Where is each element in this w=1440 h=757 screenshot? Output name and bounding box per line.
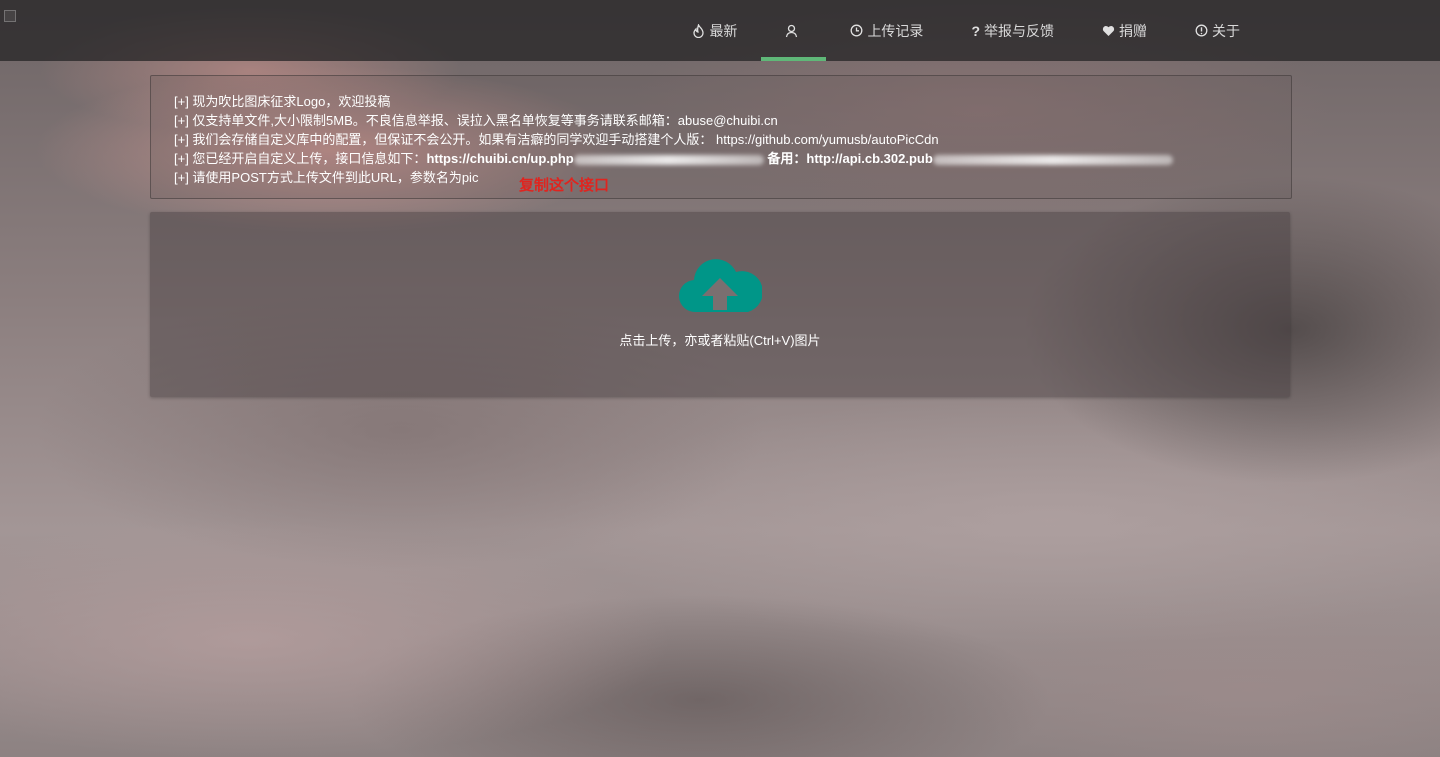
- notice-line: [+] 仅支持单文件,大小限制5MB。不良信息举报、误拉入黑名单恢复等事务请联系…: [174, 113, 778, 128]
- heart-icon: [1102, 25, 1115, 37]
- upload-dropzone[interactable]: 点击上传，亦或者粘贴(Ctrl+V)图片: [150, 212, 1290, 397]
- cloud-upload-icon: [678, 256, 763, 319]
- fire-icon: [692, 23, 705, 38]
- api-info-prefix: [+] 您已经开启自定义上传，接口信息如下：: [174, 151, 427, 166]
- api-backup-label: 备用：: [767, 151, 807, 166]
- nav-item-label: 上传记录: [867, 22, 924, 39]
- notice-line: [+] 现为吹比图床征求Logo，欢迎投稿: [174, 94, 391, 109]
- nav-item-latest[interactable]: 最新: [668, 0, 761, 61]
- clock-icon: [850, 24, 863, 37]
- question-icon: ?: [971, 22, 980, 39]
- notice-line: [+] 我们会存储自定义库中的配置，但保证不会公开。如果有洁癖的同学欢迎手动搭建…: [174, 132, 939, 147]
- redacted-token: [573, 154, 764, 165]
- info-icon: [1195, 24, 1208, 37]
- top-navbar: 最新 上传记录 ? 举报与反馈 捐赠 关于: [0, 0, 1440, 61]
- api-url-backup[interactable]: http://api.cb.302.pub: [806, 151, 932, 166]
- nav-item-label: 最新: [709, 22, 738, 39]
- user-icon: [785, 24, 798, 38]
- nav-item-about[interactable]: 关于: [1171, 0, 1264, 61]
- api-url-primary[interactable]: https://chuibi.cn/up.php: [426, 151, 573, 166]
- notice-panel: [+] 现为吹比图床征求Logo，欢迎投稿 [+] 仅支持单文件,大小限制5MB…: [150, 75, 1292, 199]
- upload-instruction: 点击上传，亦或者粘贴(Ctrl+V)图片: [619, 333, 821, 348]
- nav-item-upload-history[interactable]: 上传记录: [826, 0, 947, 61]
- nav-item-user[interactable]: [761, 0, 827, 61]
- nav-item-donate[interactable]: 捐赠: [1078, 0, 1171, 61]
- nav-item-label: 关于: [1212, 22, 1240, 39]
- nav-item-label: 举报与反馈: [984, 22, 1054, 39]
- window-menu-icon[interactable]: [4, 10, 16, 22]
- nav-item-report-feedback[interactable]: ? 举报与反馈: [947, 0, 1078, 61]
- nav-menu: 最新 上传记录 ? 举报与反馈 捐赠 关于: [668, 0, 1264, 61]
- redacted-token: [932, 154, 1173, 165]
- notice-line: [+] 请使用POST方式上传文件到此URL，参数名为pic: [174, 170, 479, 185]
- nav-item-label: 捐赠: [1119, 22, 1147, 39]
- copy-api-hint: 复制这个接口: [519, 177, 610, 194]
- notice-line-api: [+] 您已经开启自定义上传，接口信息如下：https://chuibi.cn/…: [174, 149, 1291, 168]
